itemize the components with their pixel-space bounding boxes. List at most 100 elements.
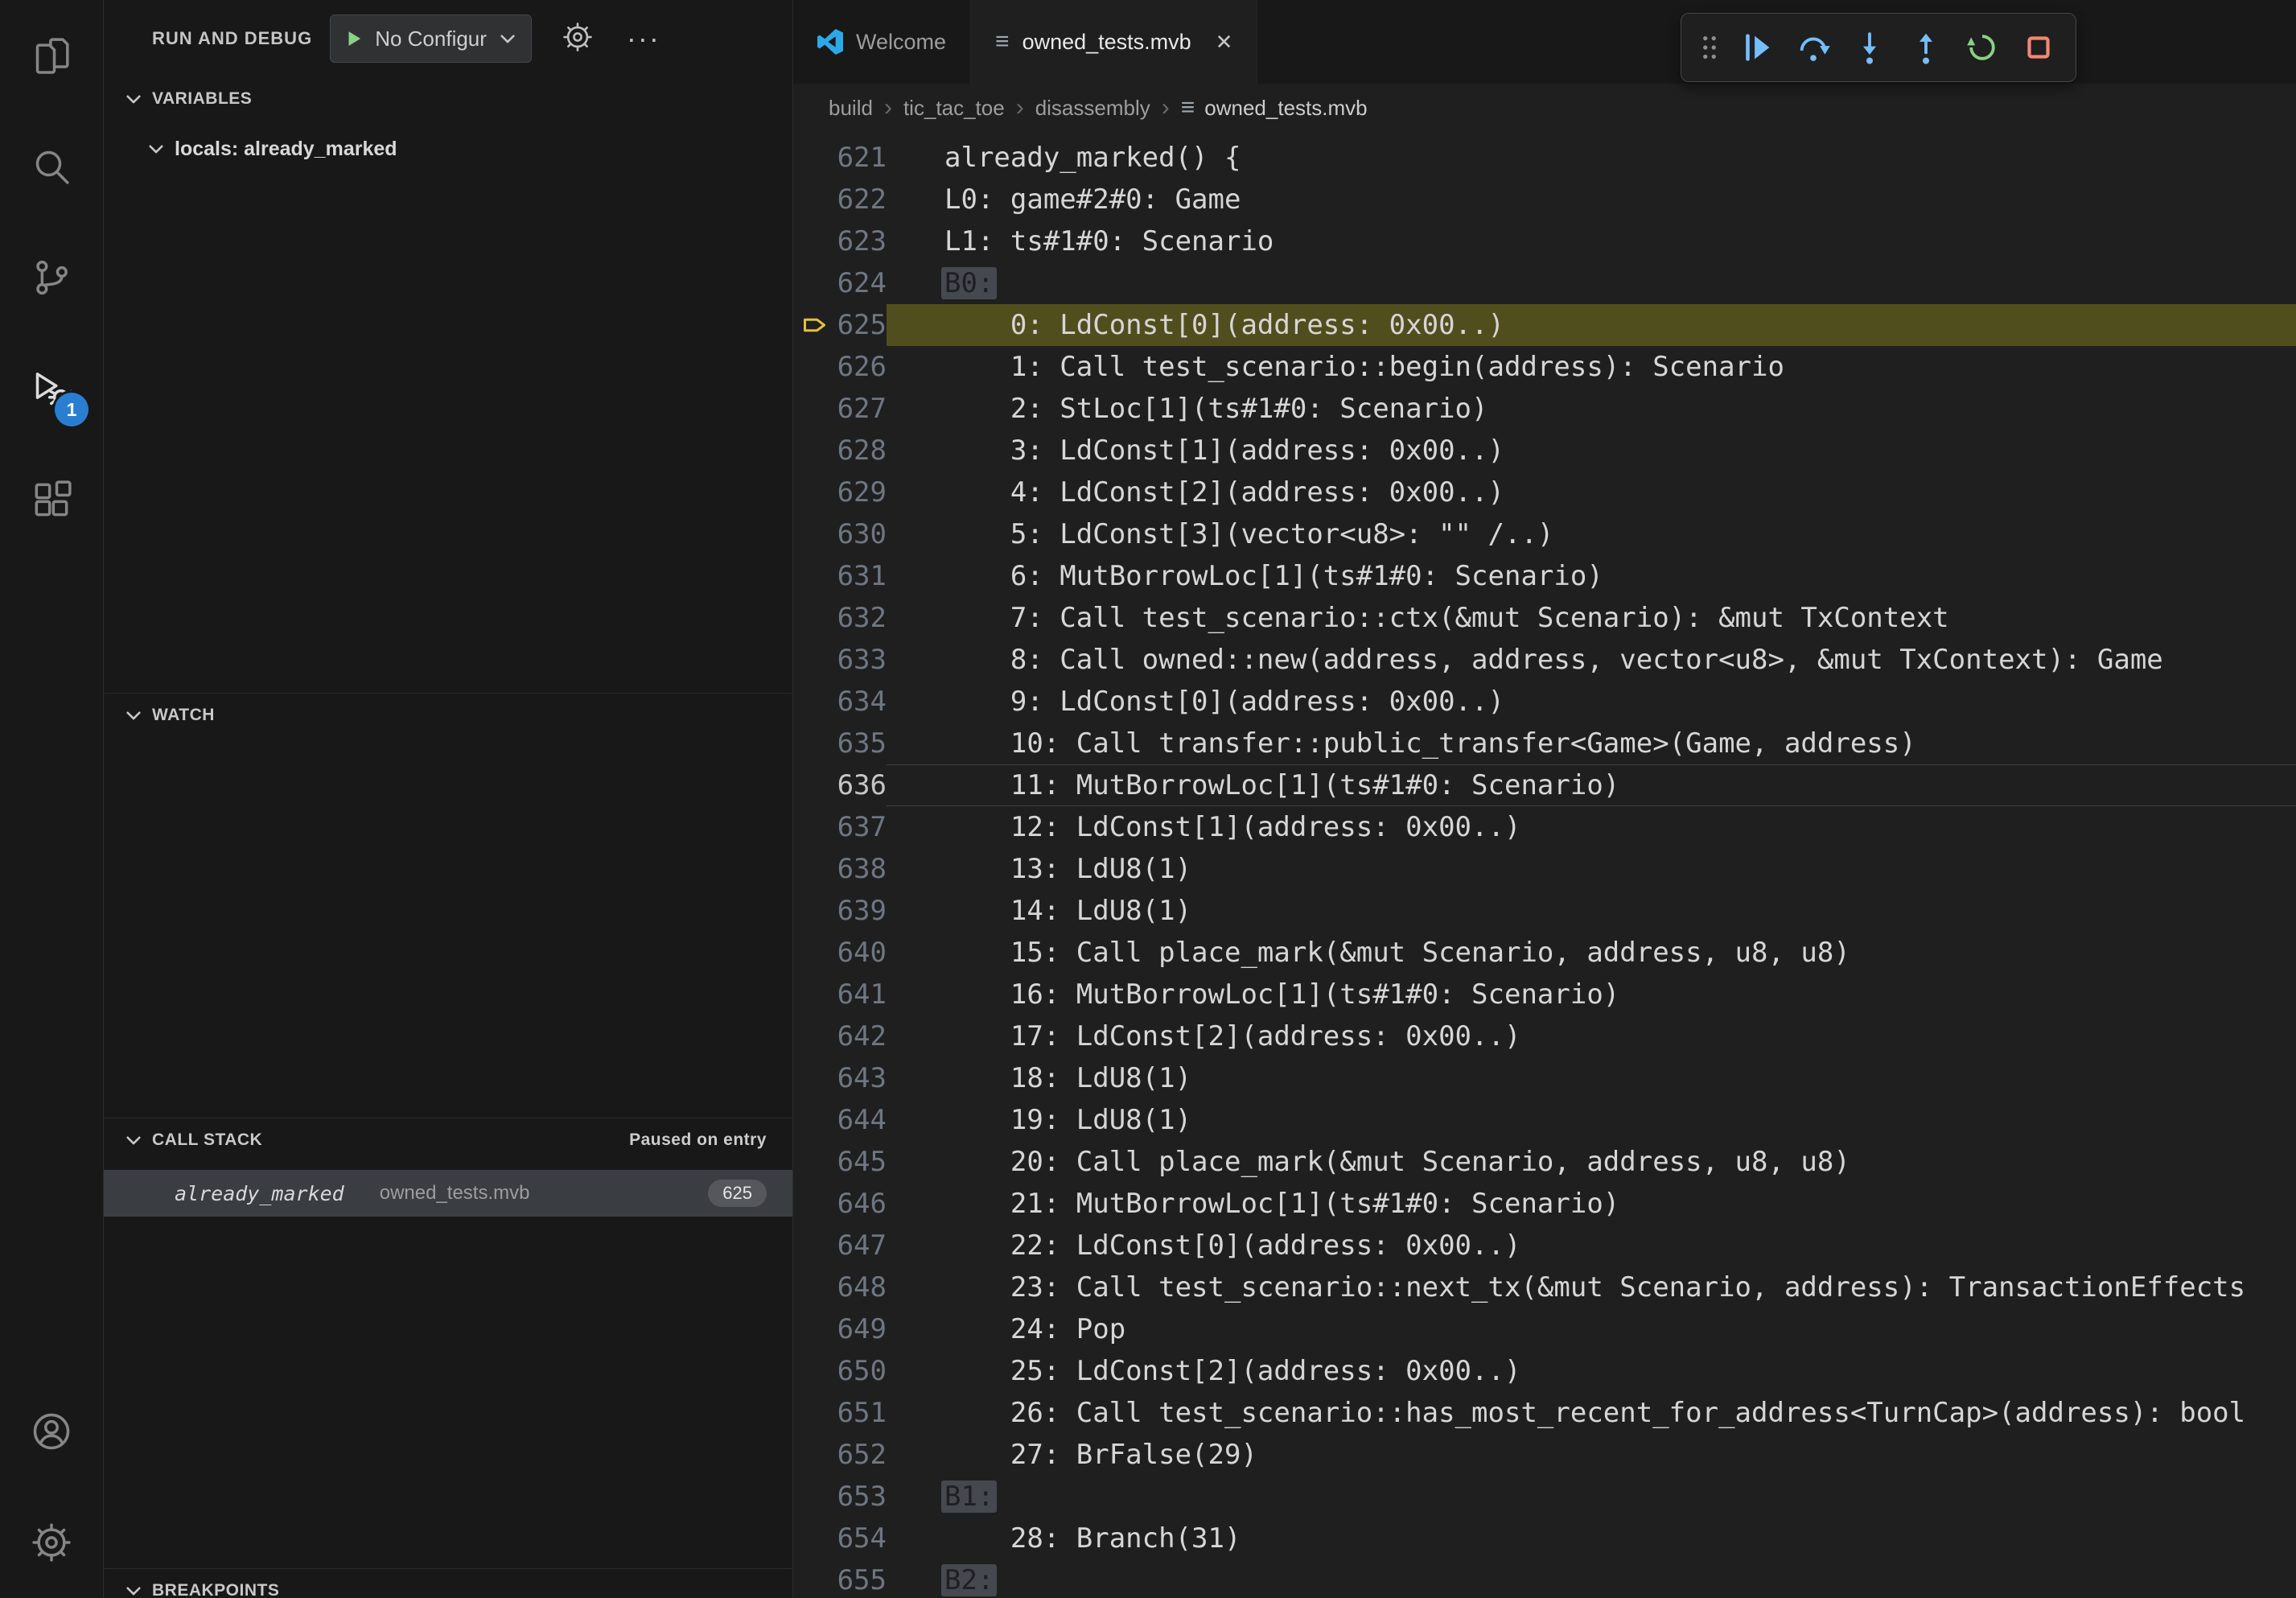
gutter-line-number[interactable]: 644 [793,1099,887,1141]
gutter-line-number[interactable]: 650 [793,1350,887,1392]
line-content[interactable]: 26: Call test_scenario::has_most_recent_… [887,1392,2296,1434]
activity-item-extensions[interactable] [0,444,103,555]
variables-scope-locals[interactable]: locals: already_marked [104,126,792,172]
line-content[interactable]: 1: Call test_scenario::begin(address): S… [887,346,2296,388]
line-content[interactable]: already_marked() { [887,137,2296,179]
gutter-line-number[interactable]: 653 [793,1476,887,1518]
line-content[interactable]: 8: Call owned::new(address, address, vec… [887,639,2296,681]
line-content[interactable]: 11: MutBorrowLoc[1](ts#1#0: Scenario) [887,764,2296,806]
line-content[interactable]: 20: Call place_mark(&mut Scenario, addre… [887,1141,2296,1183]
breadcrumb-item-build[interactable]: build [829,96,873,121]
stop-button[interactable] [2013,22,2064,73]
gutter-line-number[interactable]: 633 [793,639,887,681]
gutter-line-number[interactable]: 626 [793,346,887,388]
gutter-line-number[interactable]: 632 [793,597,887,639]
line-content[interactable]: 17: LdConst[2](address: 0x00..) [887,1015,2296,1057]
gutter-line-number[interactable]: 639 [793,890,887,932]
gutter-line-number[interactable]: 630 [793,513,887,555]
gutter-line-number[interactable]: 625 [793,304,887,346]
gutter-line-number[interactable]: 638 [793,848,887,890]
gutter-line-number[interactable]: 622 [793,179,887,220]
gutter-line-number[interactable]: 640 [793,932,887,974]
line-content[interactable]: B1: [887,1476,2296,1518]
gutter-line-number[interactable]: 648 [793,1266,887,1308]
step-into-button[interactable] [1844,22,1895,73]
step-out-button[interactable] [1900,22,1952,73]
launch-config-dropdown[interactable]: No Configur [330,14,532,63]
line-content[interactable]: 24: Pop [887,1308,2296,1350]
gutter-line-number[interactable]: 627 [793,388,887,430]
line-content[interactable]: 23: Call test_scenario::next_tx(&mut Sce… [887,1266,2296,1308]
gutter-line-number[interactable]: 652 [793,1434,887,1476]
gutter-line-number[interactable]: 628 [793,430,887,472]
line-content[interactable]: 14: LdU8(1) [887,890,2296,932]
gutter-line-number[interactable]: 631 [793,555,887,597]
stack-frame-row[interactable]: already_marked owned_tests.mvb 625 [104,1170,792,1217]
gutter-line-number[interactable]: 649 [793,1308,887,1350]
gutter-line-number[interactable]: 634 [793,681,887,723]
watch-section-header[interactable]: WATCH [104,694,792,737]
gutter-line-number[interactable]: 641 [793,974,887,1015]
gutter-line-number[interactable]: 647 [793,1225,887,1266]
gutter-line-number[interactable]: 629 [793,472,887,513]
breadcrumb-item-disassembly[interactable]: disassembly [1035,96,1150,121]
toolbar-drag-handle[interactable] [1693,22,1726,73]
code-editor[interactable]: 621already_marked() {622L0: game#2#0: Ga… [793,132,2296,1598]
breadcrumb-item-file[interactable]: ≡ owned_tests.mvb [1181,94,1368,121]
line-content[interactable]: 21: MutBorrowLoc[1](ts#1#0: Scenario) [887,1183,2296,1225]
gutter-line-number[interactable]: 642 [793,1015,887,1057]
variables-section-header[interactable]: VARIABLES [104,77,792,121]
activity-item-accounts[interactable] [0,1376,103,1487]
debug-gear-icon[interactable] [561,20,595,58]
line-content[interactable]: 18: LdU8(1) [887,1057,2296,1099]
breadcrumb-item-tic-tac-toe[interactable]: tic_tac_toe [903,96,1005,121]
gutter-line-number[interactable]: 635 [793,723,887,764]
tab-welcome[interactable]: Welcome [793,0,971,84]
line-content[interactable]: L0: game#2#0: Game [887,179,2296,220]
line-content[interactable]: 2: StLoc[1](ts#1#0: Scenario) [887,388,2296,430]
line-content[interactable]: B0: [887,262,2296,304]
line-content[interactable]: 12: LdConst[1](address: 0x00..) [887,806,2296,848]
gutter-line-number[interactable]: 636 [793,764,887,806]
gutter-line-number[interactable]: 624 [793,262,887,304]
line-content[interactable]: 27: BrFalse(29) [887,1434,2296,1476]
line-content[interactable]: 5: LdConst[3](vector<u8>: "" /..) [887,513,2296,555]
line-content[interactable]: 25: LdConst[2](address: 0x00..) [887,1350,2296,1392]
close-icon[interactable]: ✕ [1216,30,1233,55]
line-content[interactable]: 9: LdConst[0](address: 0x00..) [887,681,2296,723]
line-content[interactable]: 7: Call test_scenario::ctx(&mut Scenario… [887,597,2296,639]
activity-item-run-and-debug[interactable]: 1 [0,333,103,444]
gutter-line-number[interactable]: 621 [793,137,887,179]
line-content[interactable]: 22: LdConst[0](address: 0x00..) [887,1225,2296,1266]
line-content[interactable]: 13: LdU8(1) [887,848,2296,890]
activity-item-explorer[interactable] [0,0,103,111]
line-content[interactable]: 28: Branch(31) [887,1518,2296,1559]
step-over-button[interactable] [1788,22,1839,73]
activity-item-search[interactable] [0,111,103,222]
gutter-line-number[interactable]: 651 [793,1392,887,1434]
activity-item-settings[interactable] [0,1487,103,1598]
call-stack-section-header[interactable]: CALL STACK Paused on entry [104,1118,792,1162]
breakpoints-section-header[interactable]: BREAKPOINTS [104,1569,792,1598]
line-content[interactable]: L1: ts#1#0: Scenario [887,220,2296,262]
gutter-line-number[interactable]: 654 [793,1518,887,1559]
line-content[interactable]: 3: LdConst[1](address: 0x00..) [887,430,2296,472]
gutter-line-number[interactable]: 646 [793,1183,887,1225]
line-content[interactable]: 0: LdConst[0](address: 0x00..) [887,304,2296,346]
gutter-line-number[interactable]: 643 [793,1057,887,1099]
restart-button[interactable] [1957,22,2008,73]
line-content[interactable]: 16: MutBorrowLoc[1](ts#1#0: Scenario) [887,974,2296,1015]
gutter-line-number[interactable]: 645 [793,1141,887,1183]
more-actions-icon[interactable]: ··· [627,24,660,53]
line-content[interactable]: 6: MutBorrowLoc[1](ts#1#0: Scenario) [887,555,2296,597]
gutter-line-number[interactable]: 637 [793,806,887,848]
gutter-line-number[interactable]: 623 [793,220,887,262]
line-content[interactable]: 15: Call place_mark(&mut Scenario, addre… [887,932,2296,974]
line-content[interactable]: 19: LdU8(1) [887,1099,2296,1141]
continue-button[interactable] [1731,22,1783,73]
line-content[interactable]: B2: [887,1559,2296,1598]
tab-owned-tests[interactable]: ≡ owned_tests.mvb ✕ [971,0,1257,84]
activity-item-source-control[interactable] [0,222,103,333]
line-content[interactable]: 10: Call transfer::public_transfer<Game>… [887,723,2296,764]
line-content[interactable]: 4: LdConst[2](address: 0x00..) [887,472,2296,513]
